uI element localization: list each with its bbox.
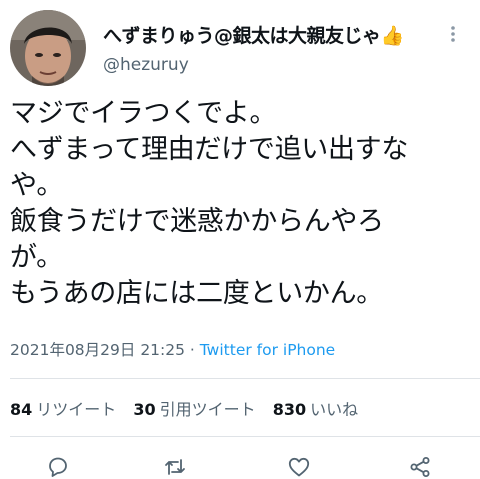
tweet-line: が。 [10,242,63,273]
retweets-stat[interactable]: 84 リツイート [10,400,116,419]
share-icon[interactable] [408,455,432,479]
likes-count: 830 [272,400,307,419]
quotes-count: 30 [133,400,156,419]
tweet-line: へずまって理由だけで追い出すな [10,134,409,165]
tweet-line: マジでイラつくでよ。 [10,98,277,129]
more-vertical-icon[interactable] [447,24,459,44]
divider [10,436,480,437]
timestamp[interactable]: 2021年08月29日 21:25 [10,341,185,359]
divider [10,378,480,379]
retweets-label: リツイート [36,400,117,419]
tweet-line: や。 [10,170,64,201]
tweet-card: へずまりゅう@銀太は大親友じゃ👍 @hezuruy マジでイラつくでよ。 へずま… [0,0,480,479]
likes-label: いいね [310,400,359,419]
avatar[interactable] [10,10,86,86]
quotes-label: 引用ツイート [159,400,256,419]
reply-icon[interactable] [46,455,70,479]
display-name[interactable]: へずまりゅう@銀太は大親友じゃ👍 [103,21,404,48]
likes-stat[interactable]: 830 いいね [273,400,358,419]
meta-separator: · [185,341,200,359]
tweet-line: もうあの店には二度といかん。 [10,278,383,309]
user-handle[interactable]: @hezuruy [103,55,189,75]
quotes-stat[interactable]: 30 引用ツイート [133,400,255,419]
tweet-line: 飯食うだけで迷惑かからんやろ [10,206,384,237]
tweet-meta: 2021年08月29日 21:25 · Twitter for iPhone [10,338,335,360]
tweet-stats: 84 リツイート 30 引用ツイート 830 いいね [10,396,370,420]
heart-icon[interactable] [287,455,311,479]
tweet-text: マジでイラつくでよ。 へずまって理由だけで追い出すな や。 飯食うだけで迷惑かか… [10,96,470,312]
retweet-icon[interactable] [163,455,187,479]
retweets-count: 84 [10,400,33,419]
source-link[interactable]: Twitter for iPhone [200,341,335,359]
